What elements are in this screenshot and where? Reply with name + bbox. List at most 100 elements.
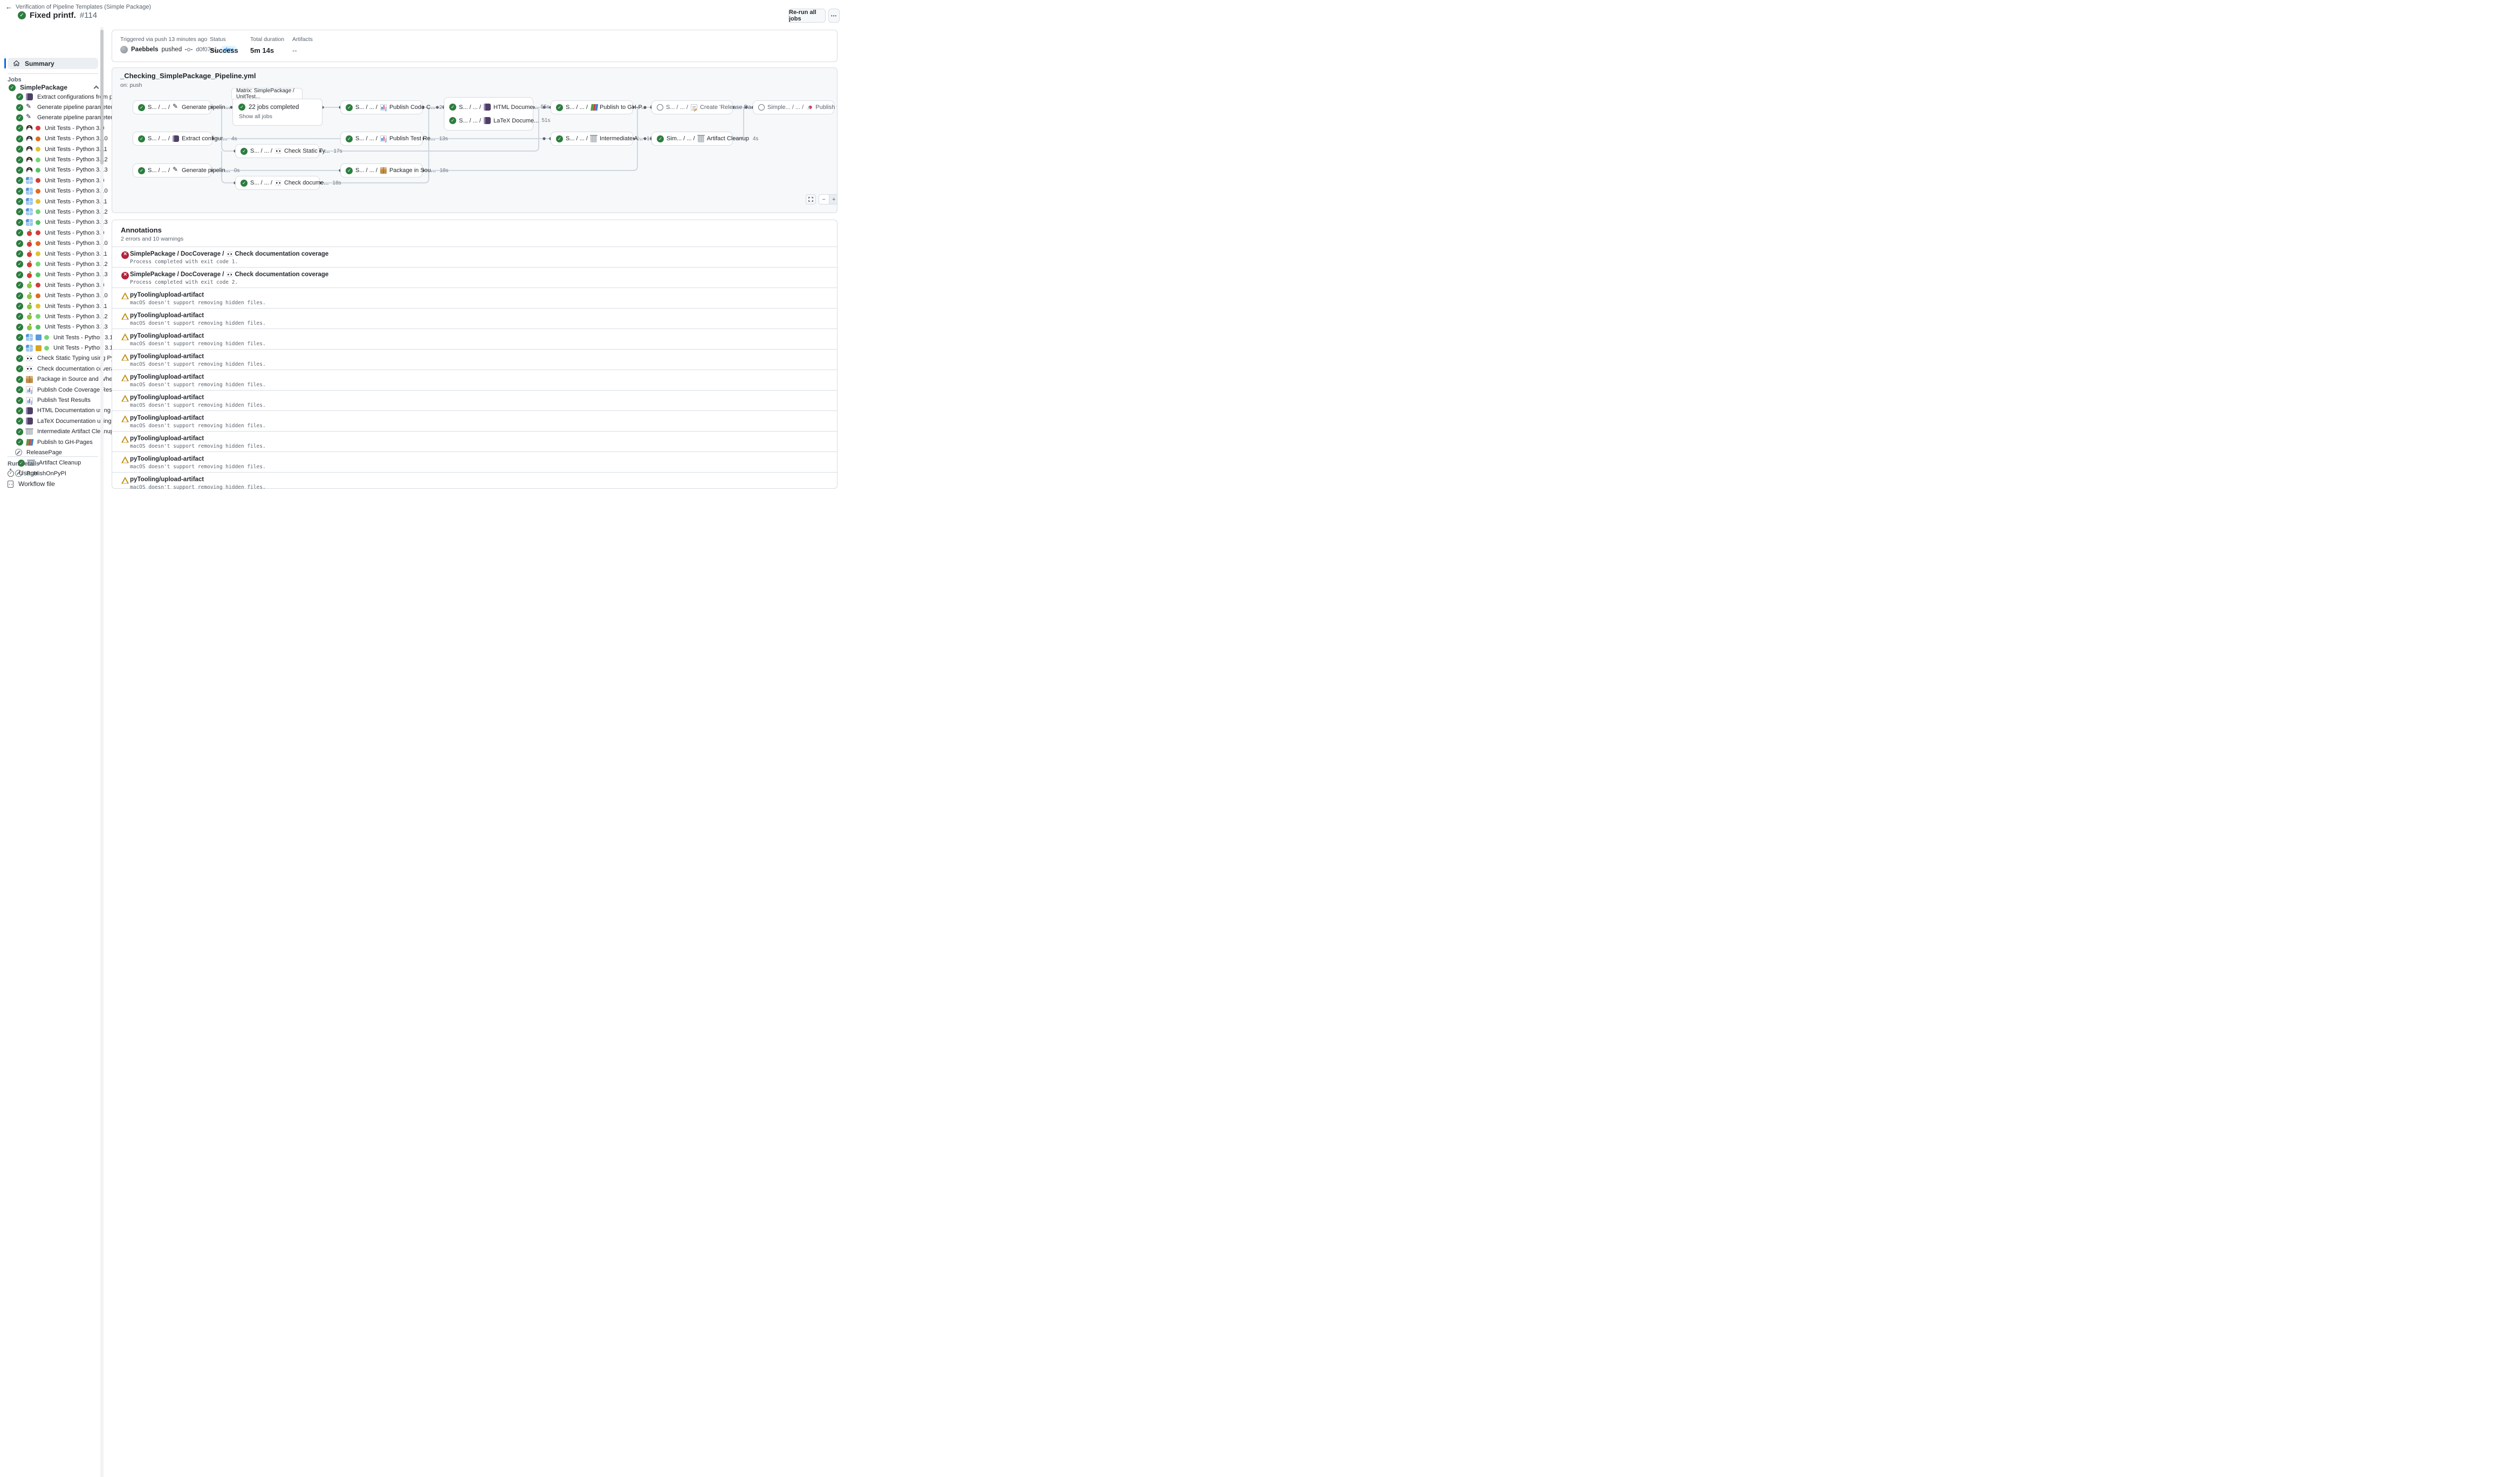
annotation-title-link[interactable]: pyTooling/upload-artifact [130, 333, 204, 339]
fullscreen-button[interactable] [806, 194, 816, 204]
sidebar-job-unittest-macarm-39[interactable]: Unit Tests - Python 3.9 [4, 280, 100, 290]
annotation-title-link[interactable]: pyTooling/upload-artifact [130, 394, 204, 401]
annotation-title-link[interactable]: SimplePackage / DocCoverage /Check docum… [130, 271, 328, 278]
python-39-dot [36, 230, 40, 235]
graph-node-latex-doc[interactable]: S... / ... /LaTeX Docume...51s [449, 117, 528, 124]
sidebar-job-html-doc[interactable]: HTML Documentation using ... [4, 406, 100, 416]
graph-node-html-doc[interactable]: S... / ... /HTML Docume...55s [449, 104, 528, 111]
matrix-tab[interactable]: Matrix: SimplePackage / UnitTest... [231, 88, 303, 99]
annotation-title-link[interactable]: pyTooling/upload-artifact [130, 435, 204, 442]
zoom-out-button[interactable]: − [819, 195, 829, 204]
sidebar-job-unittest-win-310[interactable]: Unit Tests - Python 3.10 [4, 186, 100, 196]
graph-node-publish-to-pypi[interactable]: Simple... / ... /Publish to PyPI [753, 100, 834, 114]
graph-node-package[interactable]: S... / ... /Package in Sou...18s [340, 163, 423, 177]
annotation-title-link[interactable]: pyTooling/upload-artifact [130, 312, 204, 319]
windows-icon [26, 198, 33, 205]
success-check-icon [138, 104, 145, 111]
annotation-title-link[interactable]: pyTooling/upload-artifact [130, 374, 204, 380]
zoom-in-button[interactable]: + [829, 195, 838, 204]
red-apple-icon [26, 229, 33, 236]
sidebar-job-check-doc-coverage[interactable]: Check documentation covera... [4, 364, 100, 374]
windows-icon [26, 345, 33, 352]
sidebar-job-unittest-mac-312[interactable]: Unit Tests - Python 3.12 [4, 259, 100, 269]
scrollbar-thumb[interactable] [100, 30, 104, 165]
avatar[interactable] [120, 46, 128, 53]
sidebar-job-publish-gh-pages[interactable]: Publish to GH-Pages [4, 437, 100, 447]
annotation-title-link[interactable]: pyTooling/upload-artifact [130, 476, 204, 483]
breadcrumb[interactable]: ← Verification of Pipeline Templates (Si… [5, 3, 151, 11]
eyes-icon [226, 271, 233, 278]
chevron-up-icon[interactable] [94, 86, 99, 91]
sidebar-job-unittest-win-313[interactable]: Unit Tests - Python 3.13 [4, 217, 100, 228]
fullscreen-icon [808, 197, 813, 202]
sidebar-item-workflow-file[interactable]: Workflow file [8, 480, 55, 488]
sidebar-item-usage[interactable]: Usage [8, 469, 38, 477]
sidebar-job-unittest-linux-312[interactable]: Unit Tests - Python 3.12 [4, 154, 100, 165]
breadcrumb-label[interactable]: Verification of Pipeline Templates (Simp… [16, 4, 151, 10]
wastebasket-icon [26, 429, 33, 435]
sidebar-job-unittest-mac-313[interactable]: Unit Tests - Python 3.13 [4, 270, 100, 280]
sidebar-job-unittest-win-server-312[interactable]: Unit Tests - Python 3.12 [4, 332, 100, 343]
matrix-card[interactable]: 22 jobs completed Show all jobs [232, 99, 322, 126]
success-check-icon [449, 104, 456, 111]
show-all-jobs-link[interactable]: Show all jobs [239, 113, 317, 120]
graph-node-extract-config[interactable]: S... / ... /Extract configur...4s [133, 132, 212, 146]
pencil-icon [26, 104, 33, 111]
sidebar-job-unittest-linux-311[interactable]: Unit Tests - Python 3.11 [4, 144, 100, 154]
annotation-title-link[interactable]: pyTooling/upload-artifact [130, 456, 204, 462]
green-apple-icon [26, 292, 33, 299]
bar-chart-icon [380, 135, 387, 142]
graph-node-publish-gh-pages[interactable]: S... / ... /Publish to GH-P...7s [551, 100, 633, 114]
annotation-title-link[interactable]: pyTooling/upload-artifact [130, 292, 204, 298]
sidebar-scrollbar[interactable] [100, 27, 104, 1477]
sidebar-job-extract-config[interactable]: Extract configurations from p... [4, 92, 100, 102]
back-arrow-icon[interactable]: ← [5, 3, 12, 11]
run-summary-card: Triggered via push 13 minutes ago Paebbe… [112, 30, 837, 62]
sidebar-job-unittest-mac-310[interactable]: Unit Tests - Python 3.10 [4, 238, 100, 248]
annotation-title-link[interactable]: pyTooling/upload-artifact [130, 353, 204, 360]
status-column: Status Success [210, 36, 238, 54]
sidebar-job-unittest-win-312[interactable]: Unit Tests - Python 3.12 [4, 207, 100, 217]
duration-label: Total duration [250, 36, 284, 43]
sidebar-job-publish-code-coverage[interactable]: Publish Code Coverage Results [4, 385, 100, 395]
graph-node-publish-test-results[interactable]: S... / ... /Publish Test Re...13s [340, 132, 423, 146]
sidebar-job-unittest-macarm-312[interactable]: Unit Tests - Python 3.12 [4, 311, 100, 322]
sidebar-job-package[interactable]: Package in Source and Wheel... [4, 374, 100, 385]
sidebar-job-unittest-linux-310[interactable]: Unit Tests - Python 3.10 [4, 134, 100, 144]
sidebar-job-unittest-win-server-312b[interactable]: Unit Tests - Python 3.12 [4, 343, 100, 353]
sidebar-job-unittest-macarm-310[interactable]: Unit Tests - Python 3.10 [4, 290, 100, 300]
graph-node-artifact-cleanup[interactable]: Sim... / ... /Artifact Cleanup4s [651, 132, 733, 146]
sidebar-group-simplepackage[interactable]: SimplePackage [9, 83, 98, 92]
graph-node-check-static-typing[interactable]: S... / ... /Check Static Ty...17s [235, 144, 319, 158]
sidebar-job-unittest-macarm-313[interactable]: Unit Tests - Python 3.13 [4, 322, 100, 332]
sidebar-job-unittest-win-39[interactable]: Unit Tests - Python 3.9 [4, 175, 100, 186]
rerun-all-jobs-button[interactable]: Re-run all jobs [788, 9, 826, 23]
graph-node-create-release-page[interactable]: S... / ... /Create 'Release Pa... [651, 100, 733, 114]
annotation-title-link[interactable]: pyTooling/upload-artifact [130, 415, 204, 421]
sidebar-job-unittest-mac-39[interactable]: Unit Tests - Python 3.9 [4, 228, 100, 238]
sidebar-job-generate-params[interactable]: Generate pipeline parameters [4, 113, 100, 123]
graph-node-generate-2[interactable]: S... / ... /Generate pipelin...0s [133, 163, 211, 177]
sidebar-job-unittest-win-311[interactable]: Unit Tests - Python 3.11 [4, 196, 100, 207]
graph-node-publish-code-coverage[interactable]: S... / ... /Publish Code C...20s [340, 100, 423, 114]
sidebar-job-unittest-mac-311[interactable]: Unit Tests - Python 3.11 [4, 249, 100, 259]
sidebar-job-check-static-typing[interactable]: Check Static Typing using Pyt... [4, 353, 100, 364]
artifacts-column: Artifacts -- [292, 36, 313, 54]
annotation-title-link[interactable]: SimplePackage / DocCoverage /Check docum… [130, 251, 328, 257]
python-312-dot [36, 262, 40, 266]
sidebar-job-publish-test-results[interactable]: Publish Test Results [4, 395, 100, 405]
actor-name[interactable]: Paebbels [131, 46, 159, 53]
success-check-icon [346, 104, 353, 111]
graph-node-intermediate-cleanup[interactable]: S... / ... /Intermediate A...16s [551, 132, 633, 146]
sidebar-job-unittest-linux-313[interactable]: Unit Tests - Python 3.13 [4, 165, 100, 175]
graph-node-check-doc-coverage[interactable]: S... / ... /Check docume...18s [235, 176, 320, 190]
sidebar: Summary Jobs SimplePackage Extract confi… [4, 27, 100, 1477]
sidebar-job-unittest-linux-39[interactable]: Unit Tests - Python 3.9 [4, 123, 100, 133]
sidebar-job-unittest-macarm-311[interactable]: Unit Tests - Python 3.11 [4, 301, 100, 311]
more-options-button[interactable] [828, 9, 840, 23]
sidebar-job-generate-params[interactable]: Generate pipeline parameters [4, 102, 100, 112]
graph-node-generate-1[interactable]: S... / ... /Generate pipelin...0s [133, 100, 211, 114]
sidebar-item-summary[interactable]: Summary [8, 58, 98, 69]
sidebar-job-latex-doc[interactable]: LaTeX Documentation using ... [4, 416, 100, 426]
sidebar-job-intermediate-cleanup[interactable]: Intermediate Artifact Cleanup [4, 427, 100, 437]
